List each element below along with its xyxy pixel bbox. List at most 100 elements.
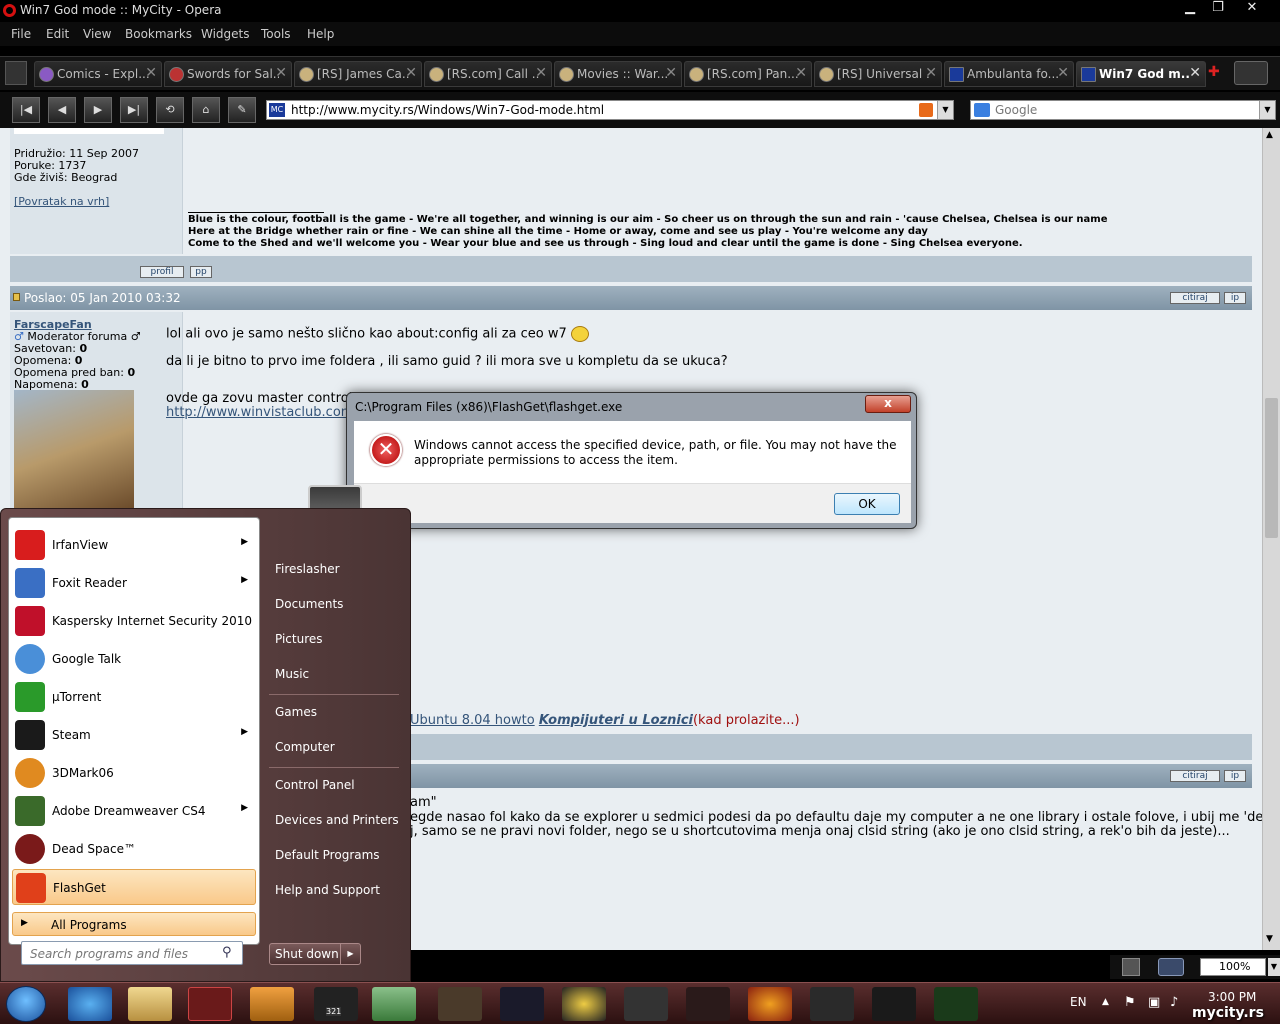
tab-rs-universal[interactable]: [RS] Universal ... ✕ — [814, 61, 942, 87]
forward-button[interactable]: ▶ — [84, 97, 112, 123]
start-item-default-programs[interactable]: Default Programs — [275, 848, 380, 862]
panel-toggle-button[interactable] — [5, 61, 27, 85]
close-window-button[interactable]: ✕ — [1238, 0, 1266, 18]
volume-icon[interactable]: ♪ — [1170, 995, 1178, 1010]
menu-view[interactable]: View — [83, 27, 111, 41]
start-item-music[interactable]: Music — [275, 667, 309, 681]
clapper-icon[interactable]: 321 — [314, 987, 358, 1021]
tab-close-icon[interactable]: ✕ — [925, 65, 937, 81]
tab-close-icon[interactable]: ✕ — [535, 65, 547, 81]
menu-edit[interactable]: Edit — [46, 27, 69, 41]
tab-close-icon[interactable]: ✕ — [405, 65, 417, 81]
tab-swords[interactable]: Swords for Sal... ✕ — [164, 61, 292, 87]
zoom-dropdown-icon[interactable]: ▼ — [1268, 958, 1280, 976]
opera-taskbar-icon[interactable] — [188, 987, 232, 1021]
tab-close-icon[interactable]: ✕ — [145, 65, 157, 81]
tab-comics[interactable]: Comics - Expl... ✕ — [34, 61, 162, 87]
start-item-documents[interactable]: Documents — [275, 597, 343, 611]
program-dead-space[interactable]: Dead Space™ — [12, 831, 256, 867]
unreal-icon[interactable] — [562, 987, 606, 1021]
dialog-close-button[interactable]: x — [865, 395, 911, 413]
rss-feed-icon[interactable] — [919, 103, 933, 117]
start-item-help-support[interactable]: Help and Support — [275, 883, 380, 897]
program-3dmark06[interactable]: 3DMark06 — [12, 755, 256, 791]
tray-expand-icon[interactable]: ▲ — [1102, 997, 1109, 1007]
game-green-icon[interactable] — [934, 987, 978, 1021]
search-field[interactable]: Google ▼ — [970, 100, 1276, 120]
menu-file[interactable]: File — [11, 27, 31, 41]
start-item-fireslasher[interactable]: Fireslasher — [275, 562, 340, 576]
trash-icon[interactable] — [1234, 61, 1268, 85]
quote-button[interactable]: citiraj — [1170, 292, 1220, 304]
tab-win7-god-mode[interactable]: Win7 God m... ✕ — [1076, 61, 1206, 87]
program-flashget[interactable]: FlashGet — [12, 869, 256, 905]
program-foxit-reader[interactable]: Foxit Reader ▶ — [12, 565, 256, 601]
start-search-input[interactable]: Search programs and files ⚲ — [21, 941, 243, 965]
start-item-computer[interactable]: Computer — [275, 740, 335, 754]
new-tab-icon[interactable]: ✚ — [1208, 65, 1222, 79]
rewind-button[interactable]: |◀ — [12, 97, 40, 123]
messenger-icon[interactable] — [372, 987, 416, 1021]
search-dropdown-icon[interactable]: ▼ — [1259, 101, 1275, 119]
game-icon[interactable] — [500, 987, 544, 1021]
scroll-thumb[interactable] — [1265, 398, 1278, 538]
start-item-control-panel[interactable]: Control Panel — [275, 778, 355, 792]
edit-site-button[interactable]: ✎ — [228, 97, 256, 123]
tab-close-icon[interactable]: ✕ — [1189, 65, 1201, 81]
start-item-devices-printers[interactable]: Devices and Printers — [275, 813, 399, 827]
shutdown-options-icon[interactable]: ▶ — [340, 944, 360, 964]
back-to-top-link[interactable]: [Povratak na vrh] — [14, 196, 109, 208]
page-scrollbar[interactable]: ▲ ▼ — [1262, 128, 1280, 950]
back-button[interactable]: ◀ — [48, 97, 76, 123]
tab-close-icon[interactable]: ✕ — [1057, 65, 1069, 81]
media-player-icon[interactable] — [250, 987, 294, 1021]
address-bar[interactable]: MC http://www.mycity.rs/Windows/Win7-God… — [266, 100, 954, 120]
clock[interactable]: 3:00 PM — [1208, 990, 1256, 1004]
address-dropdown-icon[interactable]: ▼ — [937, 101, 953, 119]
winvistaclub-link[interactable]: http://www.winvistaclub.com — [166, 405, 353, 420]
game-helmet-icon[interactable] — [624, 987, 668, 1021]
all-programs-button[interactable]: ▶ All Programs — [12, 912, 256, 936]
game-shield-icon[interactable] — [810, 987, 854, 1021]
shutdown-button[interactable]: Shut down ▶ — [269, 943, 361, 965]
zoom-level[interactable]: 100% — [1200, 958, 1266, 976]
network-icon[interactable]: ▣ — [1148, 995, 1160, 1010]
ip-button[interactable]: ip — [1224, 770, 1246, 782]
search-icon[interactable]: ⚲ — [222, 945, 232, 960]
tab-close-icon[interactable]: ✕ — [795, 65, 807, 81]
tab-close-icon[interactable]: ✕ — [665, 65, 677, 81]
reload-button[interactable]: ⟲ — [156, 97, 184, 123]
program-utorrent[interactable]: µTorrent — [12, 679, 256, 715]
start-item-pictures[interactable]: Pictures — [275, 632, 323, 646]
ip-button[interactable]: ip — [1224, 292, 1246, 304]
tab-ambulanta[interactable]: Ambulanta fo... ✕ — [944, 61, 1074, 87]
menu-help[interactable]: Help — [307, 27, 334, 41]
program-irfanview[interactable]: IrfanView ▶ — [12, 527, 256, 563]
tab-rs-pan[interactable]: [RS.com] Pan... ✕ — [684, 61, 812, 87]
menu-tools[interactable]: Tools — [261, 27, 291, 41]
program-kaspersky[interactable]: Kaspersky Internet Security 2010 — [12, 603, 256, 639]
tab-movies[interactable]: Movies :: War... ✕ — [554, 61, 682, 87]
tab-close-icon[interactable]: ✕ — [275, 65, 287, 81]
menu-widgets[interactable]: Widgets — [201, 27, 250, 41]
explorer-folder-icon[interactable] — [128, 987, 172, 1021]
menu-bookmarks[interactable]: Bookmarks — [125, 27, 192, 41]
game-borderlands-icon[interactable] — [748, 987, 792, 1021]
pm-button[interactable]: pp — [190, 266, 212, 278]
quote-button[interactable]: citiraj — [1170, 770, 1220, 782]
kompjuteri-link[interactable]: Kompijuteri u Loznici — [539, 713, 693, 728]
program-steam[interactable]: Steam ▶ — [12, 717, 256, 753]
ninja-blade-icon[interactable] — [872, 987, 916, 1021]
program-google-talk[interactable]: Google Talk — [12, 641, 256, 677]
maximize-button[interactable]: ❐ — [1204, 0, 1232, 18]
flag-icon[interactable]: ⚑ — [1124, 995, 1136, 1010]
start-button[interactable] — [6, 986, 46, 1022]
panel-icon[interactable] — [1122, 958, 1140, 976]
tab-rs-call[interactable]: [RS.com] Call ... ✕ — [424, 61, 552, 87]
tab-rs-james[interactable]: [RS] James Ca... ✕ — [294, 61, 422, 87]
camera-icon[interactable] — [1158, 958, 1184, 976]
ubuntu-link[interactable]: Ubuntu 8.04 howto — [410, 713, 535, 728]
program-dreamweaver[interactable]: Adobe Dreamweaver CS4 ▶ — [12, 793, 256, 829]
minimize-button[interactable]: ▁ — [1176, 0, 1204, 18]
home-button[interactable]: ⌂ — [192, 97, 220, 123]
